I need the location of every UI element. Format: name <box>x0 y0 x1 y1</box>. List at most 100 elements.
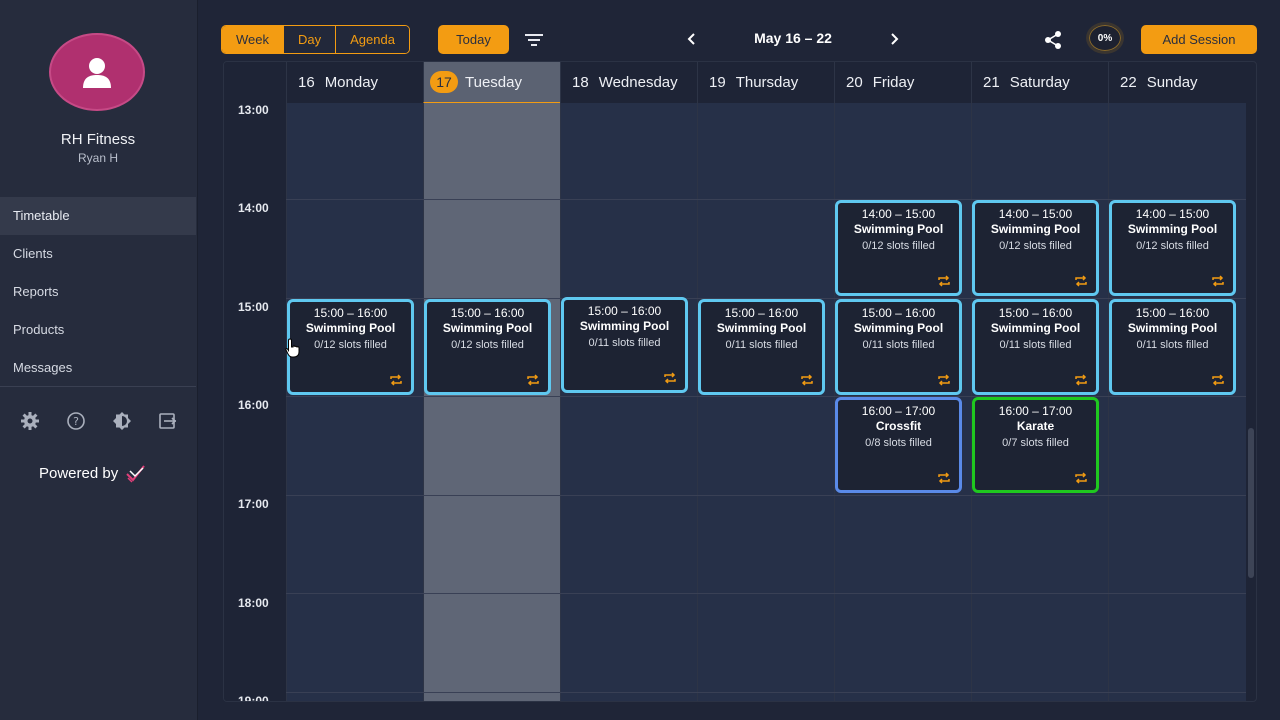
sidebar-icon-row: ? <box>18 409 180 433</box>
powered-by: Powered by <box>39 462 146 484</box>
session-time: 14:00 – 15:00 <box>1135 207 1210 221</box>
hour-label: 13:00 <box>238 103 269 117</box>
session-card[interactable]: 15:00 – 16:00 Swimming Pool 0/11 slots fil… <box>972 299 1099 395</box>
session-slots: 0/12 slots filled <box>314 339 387 351</box>
session-time: 14:00 – 15:00 <box>998 207 1073 221</box>
session-title: Swimming Pool <box>442 321 533 335</box>
day-header-thursday[interactable]: 19 Thursday <box>697 62 834 103</box>
session-time: 15:00 – 16:00 <box>1135 306 1210 320</box>
scrollbar[interactable] <box>1248 428 1254 578</box>
session-slots: 0/12 slots filled <box>999 240 1072 252</box>
session-time: 16:00 – 17:00 <box>861 404 936 418</box>
day-column-monday[interactable] <box>286 103 423 701</box>
session-time: 15:00 – 16:00 <box>587 304 662 318</box>
session-card[interactable]: 14:00 – 15:00 Swimming Pool 0/12 slots fil… <box>1109 200 1236 296</box>
hour-line <box>286 495 1246 496</box>
sidebar-item-reports[interactable]: Reports <box>0 273 196 311</box>
sidebar-item-timetable[interactable]: Timetable <box>0 197 196 235</box>
day-header-monday[interactable]: 16 Monday <box>286 62 423 103</box>
session-slots: 0/11 slots filled <box>1136 339 1209 351</box>
session-title: Swimming Pool <box>853 222 944 236</box>
session-card[interactable]: 14:00 – 15:00 Swimming Pool 0/12 slots fil… <box>972 200 1099 296</box>
session-card[interactable]: 16:00 – 17:00 Karate 0/7 slots filled <box>972 397 1099 493</box>
next-week-chevron-icon[interactable] <box>884 28 904 50</box>
day-name: Sunday <box>1146 74 1198 91</box>
calendar-grid: 13:00 14:00 15:00 16:00 17:00 18:00 19:0… <box>224 103 1246 702</box>
day-column-tuesday[interactable] <box>423 103 560 701</box>
sidebar-item-clients[interactable]: Clients <box>0 235 196 273</box>
session-title: Swimming Pool <box>1127 222 1218 236</box>
session-card[interactable]: 14:00 – 15:00 Swimming Pool 0/12 slots fil… <box>835 200 962 296</box>
view-week-button[interactable]: Week <box>222 26 283 53</box>
session-slots: 0/7 slots filled <box>1002 437 1069 449</box>
prev-week-chevron-icon[interactable] <box>682 28 702 50</box>
session-time: 15:00 – 16:00 <box>861 306 936 320</box>
day-header-sunday[interactable]: 22 Sunday <box>1108 62 1246 103</box>
logout-icon[interactable] <box>156 409 180 433</box>
session-slots: 0/11 slots filled <box>999 339 1072 351</box>
day-column-sunday[interactable] <box>1108 103 1246 701</box>
view-switcher: Week Day Agenda <box>221 25 410 54</box>
day-column-wednesday[interactable] <box>560 103 697 701</box>
repeat-icon <box>1074 373 1088 386</box>
today-button[interactable]: Today <box>438 25 509 54</box>
day-name: Thursday <box>735 74 799 91</box>
session-time: 15:00 – 16:00 <box>998 306 1073 320</box>
session-card[interactable]: 15:00 – 16:00 Swimming Pool 0/11 slots fil… <box>561 297 688 393</box>
share-icon[interactable] <box>1041 28 1065 52</box>
today-badge: 17 <box>430 71 458 93</box>
day-header-saturday[interactable]: 21 Saturday <box>971 62 1108 103</box>
session-card[interactable]: 15:00 – 16:00 Swimming Pool 0/11 slots fil… <box>835 299 962 395</box>
day-header-wednesday[interactable]: 18 Wednesday <box>560 62 697 103</box>
hand-cursor-icon <box>285 338 301 363</box>
repeat-icon <box>937 471 951 484</box>
session-card[interactable]: 15:00 – 16:00 Swimming Pool 0/11 slots fil… <box>1109 299 1236 395</box>
day-number: 20 <box>846 74 863 91</box>
day-header-tuesday[interactable]: 17 Tuesday <box>423 62 560 103</box>
session-card[interactable]: 15:00 – 16:00 Swimming Pool 0/12 slots fil… <box>287 299 414 395</box>
view-agenda-button[interactable]: Agenda <box>335 26 409 53</box>
hour-line <box>286 593 1246 594</box>
day-column-thursday[interactable] <box>697 103 834 701</box>
hour-label: 19:00 <box>238 694 269 702</box>
filter-icon[interactable] <box>522 28 546 52</box>
avatar[interactable] <box>49 33 145 111</box>
day-number: 16 <box>298 74 315 91</box>
sidebar-item-products[interactable]: Products <box>0 311 196 349</box>
hour-label: 14:00 <box>238 201 269 215</box>
session-slots: 0/11 slots filled <box>588 337 661 349</box>
repeat-icon <box>1074 471 1088 484</box>
hour-line <box>286 692 1246 693</box>
help-icon[interactable]: ? <box>64 409 88 433</box>
add-session-button[interactable]: Add Session <box>1141 25 1257 54</box>
day-number: 22 <box>1120 74 1137 91</box>
session-slots: 0/12 slots filled <box>1136 240 1209 252</box>
session-card[interactable]: 16:00 – 17:00 Crossfit 0/8 slots filled <box>835 397 962 493</box>
repeat-icon <box>389 373 403 386</box>
repeat-icon <box>1074 274 1088 287</box>
repeat-icon <box>937 274 951 287</box>
session-title: Swimming Pool <box>990 321 1081 335</box>
hour-line <box>286 396 1246 397</box>
day-header-friday[interactable]: 20 Friday <box>834 62 971 103</box>
brand-logo-icon <box>126 465 146 483</box>
user-name: Ryan H <box>77 151 118 165</box>
hour-label: 15:00 <box>238 300 269 314</box>
gear-icon[interactable] <box>18 409 42 433</box>
session-card[interactable]: 15:00 – 16:00 Swimming Pool 0/11 slots fil… <box>698 299 825 395</box>
week-calendar: 16 Monday 17 Tuesday 18 Wednesday 19 Thu… <box>223 61 1257 702</box>
session-slots: 0/11 slots filled <box>725 339 798 351</box>
session-slots: 0/8 slots filled <box>865 437 932 449</box>
hour-label: 17:00 <box>238 497 269 511</box>
theme-icon[interactable] <box>110 409 134 433</box>
session-card[interactable]: 15:00 – 16:00 Swimming Pool 0/12 slots fil… <box>424 299 551 395</box>
hour-label: 18:00 <box>238 596 269 610</box>
svg-text:?: ? <box>73 415 79 428</box>
session-time: 15:00 – 16:00 <box>313 306 388 320</box>
session-title: Swimming Pool <box>579 319 670 333</box>
divider <box>0 386 196 387</box>
user-icon <box>83 58 111 88</box>
sidebar-item-messages[interactable]: Messages <box>0 349 196 387</box>
view-day-button[interactable]: Day <box>283 26 336 53</box>
repeat-icon <box>663 371 677 384</box>
